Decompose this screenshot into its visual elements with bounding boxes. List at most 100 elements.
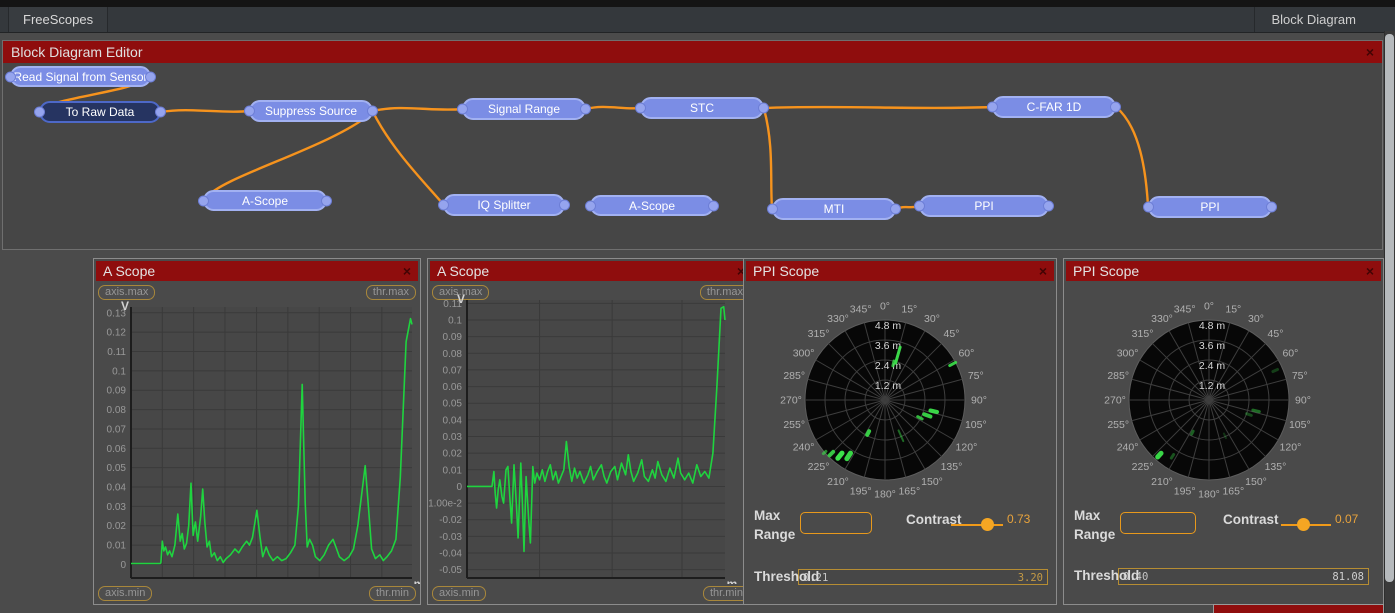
svg-text:45°: 45°: [944, 328, 960, 340]
node-output-port[interactable]: [1266, 201, 1277, 213]
node-output-port[interactable]: [155, 106, 166, 118]
svg-text:165°: 165°: [1222, 485, 1244, 497]
contrast-slider-thumb[interactable]: [981, 518, 994, 531]
node-output-port[interactable]: [708, 200, 719, 211]
svg-text:210°: 210°: [827, 476, 849, 488]
node-label: Suppress Source: [264, 104, 358, 118]
node-input-port[interactable]: [914, 200, 925, 212]
svg-text:285°: 285°: [783, 370, 805, 382]
svg-text:330°: 330°: [827, 313, 849, 325]
panel-header: A Scope ×: [430, 261, 752, 281]
node-output-port[interactable]: [367, 105, 378, 117]
svg-text:285°: 285°: [1107, 370, 1129, 382]
contrast-slider-thumb[interactable]: [1297, 518, 1310, 531]
graph-node[interactable]: Read Signal from Sensor: [5, 66, 156, 87]
block-diagram-canvas[interactable]: Read Signal from Sensor To Raw Data Suppre…: [0, 0, 1395, 255]
graph-node[interactable]: A-Scope: [198, 190, 332, 211]
scrollbar-thumb[interactable]: [1385, 34, 1394, 582]
contrast-value: 0.73: [1007, 512, 1031, 526]
max-range-input[interactable]: [1120, 512, 1196, 534]
node-label: A-Scope: [628, 198, 676, 213]
svg-text:135°: 135°: [941, 461, 963, 473]
thr-min-input[interactable]: thr.min: [368, 586, 416, 601]
graph-node[interactable]: A-Scope: [585, 195, 719, 216]
svg-text:-0.04: -0.04: [439, 549, 462, 560]
panel-header: A Scope ×: [96, 261, 418, 281]
graph-node[interactable]: MTI: [767, 198, 901, 220]
a-scope-chart: 0 0.01 0.02 0.03 0.04 0.05 0.06 0.07 0.08 0.09 0.1…: [107, 299, 420, 584]
node-output-port[interactable]: [1043, 200, 1054, 212]
node-input-port[interactable]: [5, 71, 16, 82]
node-label: STC: [690, 101, 714, 115]
panel-header: PPI Scope ×: [746, 261, 1054, 281]
node-input-port[interactable]: [635, 102, 646, 114]
a-scope-chart: -0.05 -0.04 -0.03 -0.02 -1.00e-2 0 0.01 0.02 0.0…: [428, 292, 738, 584]
svg-text:3.6 m: 3.6 m: [875, 340, 902, 352]
svg-text:6.4: 6.4: [312, 583, 326, 584]
svg-text:105°: 105°: [965, 419, 987, 431]
contrast-label: Contrast: [906, 512, 962, 527]
svg-text:V: V: [457, 292, 465, 306]
svg-text:120°: 120°: [1280, 442, 1302, 454]
contrast-slider-track[interactable]: [951, 524, 1003, 526]
svg-text:m: m: [414, 577, 420, 584]
graph-node[interactable]: PPI: [1143, 196, 1277, 218]
ppi-scope-panel-1: PPI Scope × 1.2 m 2.4 m 3.6 m 4.8 m 0° 15° 30°…: [743, 258, 1057, 605]
threshold-range[interactable]: 0.21 3.20: [798, 569, 1048, 585]
graph-node[interactable]: C-FAR 1D: [987, 96, 1121, 118]
node-input-port[interactable]: [198, 195, 209, 206]
panel-header: PPI Scope ×: [1066, 261, 1381, 281]
svg-text:30°: 30°: [924, 313, 940, 325]
svg-text:0.05: 0.05: [443, 399, 463, 410]
graph-node[interactable]: Signal Range: [457, 98, 591, 120]
node-input-port[interactable]: [585, 200, 596, 211]
svg-text:-0.05: -0.05: [439, 565, 462, 576]
svg-text:0: 0: [128, 583, 134, 584]
node-input-port[interactable]: [34, 106, 45, 118]
svg-text:255°: 255°: [783, 419, 805, 431]
node-output-port[interactable]: [758, 102, 769, 114]
svg-text:0.06: 0.06: [107, 444, 127, 455]
close-icon[interactable]: ×: [1366, 261, 1374, 281]
node-output-port[interactable]: [580, 103, 591, 115]
node-output-port[interactable]: [890, 203, 901, 215]
threshold-range[interactable]: 0.40 81.08: [1118, 568, 1369, 585]
svg-text:90°: 90°: [971, 395, 987, 407]
graph-node[interactable]: PPI: [914, 195, 1054, 217]
graph-node[interactable]: STC: [635, 97, 769, 119]
svg-text:225°: 225°: [1132, 461, 1154, 473]
svg-text:1.2 m: 1.2 m: [1199, 380, 1226, 392]
svg-text:75°: 75°: [1292, 370, 1308, 382]
node-input-port[interactable]: [457, 103, 468, 115]
svg-text:0: 0: [464, 583, 470, 584]
svg-text:0.04: 0.04: [443, 415, 463, 426]
axis-min-input[interactable]: axis.min: [98, 586, 153, 601]
node-output-port[interactable]: [145, 71, 156, 82]
axis-min-input[interactable]: axis.min: [432, 586, 487, 601]
svg-text:8: 8: [679, 583, 685, 584]
node-input-port[interactable]: [438, 199, 449, 211]
node-output-port[interactable]: [321, 195, 332, 206]
svg-text:240°: 240°: [793, 442, 815, 454]
svg-text:345°: 345°: [850, 304, 872, 316]
node-input-port[interactable]: [987, 101, 998, 113]
node-input-port[interactable]: [1143, 201, 1154, 213]
threshold-max-value: 3.20: [1017, 572, 1043, 584]
svg-text:0.06: 0.06: [443, 382, 463, 393]
max-range-input[interactable]: [800, 512, 872, 534]
node-input-port[interactable]: [767, 203, 778, 215]
graph-node[interactable]: To Raw Data: [34, 101, 166, 123]
svg-text:m: m: [727, 577, 738, 584]
node-output-port[interactable]: [1110, 101, 1121, 113]
node-label: C-FAR 1D: [1026, 100, 1082, 114]
svg-text:195°: 195°: [850, 485, 872, 497]
close-icon[interactable]: ×: [403, 261, 411, 281]
node-output-port[interactable]: [559, 199, 570, 211]
close-icon[interactable]: ×: [1039, 261, 1047, 281]
svg-text:2.4 m: 2.4 m: [1199, 360, 1226, 372]
graph-node[interactable]: Suppress Source: [244, 100, 378, 122]
svg-text:255°: 255°: [1107, 419, 1129, 431]
graph-node[interactable]: IQ Splitter: [438, 194, 570, 216]
node-input-port[interactable]: [244, 105, 255, 117]
svg-text:210°: 210°: [1151, 476, 1173, 488]
